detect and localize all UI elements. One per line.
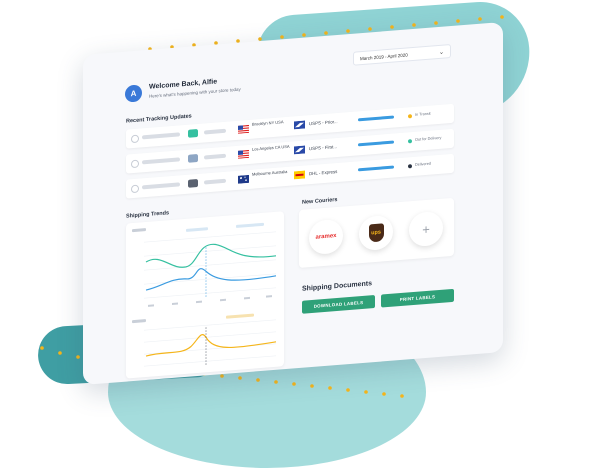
- aramex-logo: aramex: [315, 233, 337, 241]
- dashboard-card: A Welcome Back, Alfie Here's what's happ…: [83, 21, 503, 386]
- placeholder-bar: [204, 153, 226, 160]
- placeholder-bar: [142, 157, 180, 165]
- row-location: Brooklyn NY USA: [252, 119, 284, 127]
- row-checkbox[interactable]: [131, 134, 139, 144]
- courier-aramex[interactable]: aramex: [309, 218, 343, 256]
- date-range-select[interactable]: March 2019 - April 2020 ⌄: [353, 44, 451, 66]
- usa-flag-icon: [238, 124, 249, 134]
- row-checkbox[interactable]: [131, 159, 139, 169]
- status-dot: [408, 139, 412, 144]
- shipping-trends-charts: [132, 222, 277, 367]
- row-status: Delivered: [415, 161, 432, 167]
- download-labels-button[interactable]: DOWNLOAD LABELS: [302, 295, 375, 314]
- shipping-documents-title: Shipping Documents: [302, 280, 372, 293]
- placeholder-bar: [142, 182, 180, 190]
- dhl-logo-icon: [294, 170, 305, 180]
- row-status: Out for Delivery: [415, 135, 442, 142]
- trend-line-orange: [145, 334, 277, 357]
- row-carrier: USPS - Prior...: [309, 118, 338, 127]
- placeholder-bar: [204, 128, 226, 135]
- ups-logo: ups: [368, 223, 384, 243]
- progress-bar: [358, 140, 394, 147]
- placeholder-bar: [204, 178, 226, 185]
- status-dot: [408, 164, 412, 169]
- chevron-down-icon: ⌄: [438, 49, 444, 56]
- row-carrier: USPS - First...: [309, 144, 338, 152]
- package-icon: [188, 128, 198, 138]
- shipping-trends-title: Shipping Trends: [126, 210, 170, 220]
- progress-bar: [358, 115, 394, 122]
- avatar[interactable]: A: [125, 84, 142, 103]
- row-location: Melbourne Australia: [252, 168, 288, 177]
- new-couriers-title: New Couriers: [302, 196, 338, 206]
- courier-ups[interactable]: ups: [359, 214, 393, 252]
- trend-line-blue: [145, 268, 277, 291]
- row-status: In Transit: [415, 111, 431, 117]
- australia-flag-icon: [238, 174, 249, 184]
- package-icon: [188, 178, 198, 188]
- new-couriers-panel: aramex ups +: [299, 197, 454, 269]
- package-icon: [188, 153, 198, 163]
- row-location: Los Angeles CA USA: [252, 143, 290, 152]
- row-checkbox[interactable]: [131, 184, 139, 194]
- status-dot: [408, 114, 412, 119]
- usps-logo-icon: [294, 145, 305, 155]
- plus-icon: +: [422, 221, 430, 237]
- add-courier-button[interactable]: +: [409, 210, 443, 248]
- date-range-value: March 2019 - April 2020: [360, 51, 408, 61]
- usa-flag-icon: [238, 149, 249, 159]
- usps-logo-icon: [294, 120, 305, 130]
- print-labels-button[interactable]: PRINT LABELS: [381, 288, 454, 308]
- tracking-section-title: Recent Tracking Updates: [126, 113, 192, 125]
- placeholder-bar: [142, 132, 180, 140]
- shipping-trends-panel: [126, 211, 284, 379]
- row-carrier: DHL - Express: [309, 168, 338, 177]
- progress-bar: [358, 165, 394, 172]
